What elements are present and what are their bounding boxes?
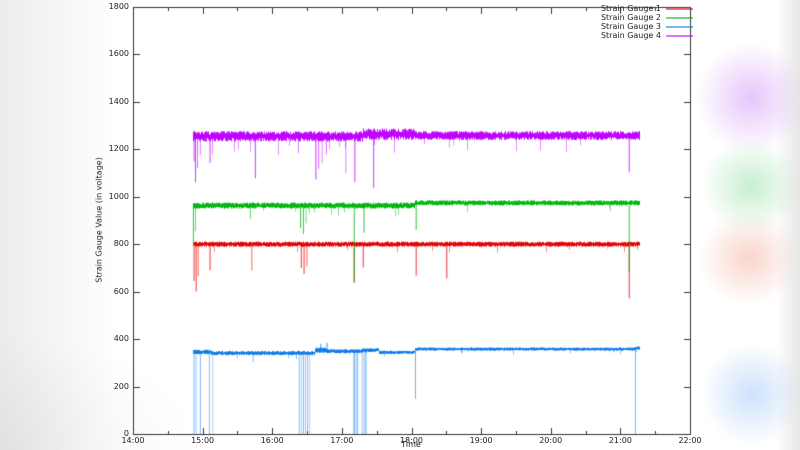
x-tick-label: 18:00 bbox=[392, 437, 432, 445]
y-tick-label: 1200 bbox=[89, 145, 129, 153]
legend-line-sample bbox=[666, 35, 693, 37]
legend-item: Strain Gauge 3 bbox=[505, 22, 693, 31]
x-tick-label: 17:00 bbox=[322, 437, 362, 445]
legend-label: Strain Gauge 3 bbox=[601, 22, 661, 31]
legend-line-sample bbox=[666, 26, 693, 28]
y-tick-label: 400 bbox=[89, 335, 129, 343]
legend-label: Strain Gauge 4 bbox=[601, 31, 661, 40]
y-tick-label: 1600 bbox=[89, 50, 129, 58]
screenshot-root: { "chart_data": { "type": "line", "title… bbox=[0, 0, 800, 450]
y-tick-label: 600 bbox=[89, 288, 129, 296]
chart-legend: Strain Gauge 1Strain Gauge 2Strain Gauge… bbox=[505, 4, 693, 40]
y-tick-label: 0 bbox=[89, 430, 129, 438]
legend-label: Strain Gauge 1 bbox=[601, 4, 661, 13]
x-tick-label: 22:00 bbox=[670, 437, 710, 445]
x-tick-label: 19:00 bbox=[461, 437, 501, 445]
y-tick-label: 200 bbox=[89, 383, 129, 391]
x-tick-label: 21:00 bbox=[600, 437, 640, 445]
y-tick-label: 800 bbox=[89, 240, 129, 248]
x-tick-label: 15:00 bbox=[183, 437, 223, 445]
legend-label: Strain Gauge 2 bbox=[601, 13, 661, 22]
legend-line-sample bbox=[666, 8, 693, 10]
legend-item: Strain Gauge 2 bbox=[505, 13, 693, 22]
y-tick-label: 1000 bbox=[89, 193, 129, 201]
legend-item: Strain Gauge 4 bbox=[505, 31, 693, 40]
y-tick-label: 1400 bbox=[89, 98, 129, 106]
legend-item: Strain Gauge 1 bbox=[505, 4, 693, 13]
x-tick-label: 16:00 bbox=[252, 437, 292, 445]
x-tick-label: 14:00 bbox=[113, 437, 153, 445]
y-axis-title: Strain Gauge Value (in voltage) bbox=[95, 157, 104, 282]
x-tick-label: 20:00 bbox=[531, 437, 571, 445]
y-tick-label: 1800 bbox=[89, 3, 129, 11]
legend-line-sample bbox=[666, 17, 693, 19]
